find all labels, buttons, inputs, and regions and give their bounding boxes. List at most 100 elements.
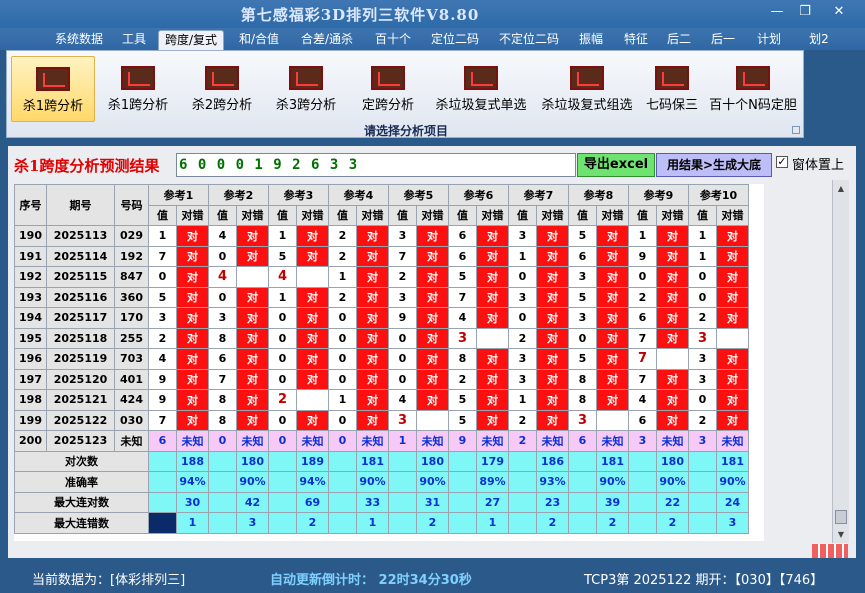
stats-spacer	[448, 512, 477, 534]
stats-spacer	[148, 450, 177, 472]
ref-value: 6	[448, 245, 477, 267]
table-row[interactable]: 192 2025115 847 0 对 4 4 1 对 2 对 5 对 0 对 3 对 0 对 0 对	[14, 266, 749, 288]
vertical-scrollbar[interactable]: ▲ ▼	[832, 180, 849, 543]
hit-cell: 对	[596, 389, 629, 411]
ribbon-button-1[interactable]: 杀1跨分析	[97, 56, 179, 122]
ref-value: 3	[508, 286, 537, 308]
stats-label: 对次数	[14, 450, 149, 472]
ribbon-button-0[interactable]: 杀1跨分析	[11, 56, 95, 122]
hit-cell: 对	[416, 327, 449, 349]
menu-tab-0[interactable]: 系统数据	[44, 30, 114, 50]
menu-tab-12[interactable]: 计划	[748, 30, 790, 50]
ref-value: 5	[268, 245, 297, 267]
row-seq: 193	[14, 286, 47, 308]
stats-spacer	[148, 471, 177, 493]
table-row[interactable]: 194 2025117 170 3 对 3 对 0 对 0 对 9 对 4 对 0 对 3 对 6 对 2 对	[14, 307, 749, 329]
table-row[interactable]: 198 2025121 424 9 对 8 对 2 1 对 4 对 5 对 1 对 8 对 4 对 0 对	[14, 389, 749, 411]
ref-value: 1	[688, 245, 717, 267]
ref-value: 2	[688, 307, 717, 329]
row-number: 255	[114, 327, 149, 349]
ref-header: 参考7	[508, 184, 569, 206]
ribbon-button-8[interactable]: 百十个N码定胆	[705, 56, 801, 122]
resize-grip[interactable]	[812, 544, 848, 558]
menu-tab-10[interactable]: 后二	[660, 30, 698, 50]
stats-value: 90%	[596, 471, 629, 493]
scroll-up-icon[interactable]: ▲	[834, 181, 848, 196]
scroll-down-icon[interactable]: ▼	[834, 527, 848, 542]
hit-cell: 对	[416, 368, 449, 390]
stats-value: 42	[236, 491, 269, 513]
ref-value: 1	[268, 286, 297, 308]
minimize-button[interactable]: —	[764, 3, 790, 21]
ref-value: 7	[448, 286, 477, 308]
ref-value: 6	[568, 245, 597, 267]
value-subheader: 值	[448, 204, 477, 226]
ref-value: 4	[388, 389, 417, 411]
menu-tab-7[interactable]: 不定位二码	[492, 30, 566, 50]
menu-tab-6[interactable]: 定位二码	[424, 30, 486, 50]
menu-tab-1[interactable]: 工具	[114, 30, 154, 50]
prediction-row[interactable]: 200 2025123 未知 6 未知 0 未知 0 未知 0 未知 1 未知 9 未知 2 未知 6 未知 3 未知 3…	[14, 430, 749, 452]
ref-value: 8	[568, 389, 597, 411]
ribbon-button-5[interactable]: 杀垃圾复式单选	[429, 56, 533, 122]
hit-cell: 对	[296, 245, 329, 267]
menu-tab-11[interactable]: 后一	[704, 30, 742, 50]
ribbon-panel: 请选择分析项目 杀1跨分析 杀1跨分析 杀2跨分析 杀3跨分析 定跨分析 杀垃圾复式单选杀…	[6, 50, 804, 138]
table-row[interactable]: 197 2025120 401 9 对 7 对 0 对 0 对 0 对 2 对 3 对 8 对 7 对 3 对	[14, 368, 749, 390]
unknown-result: 未知	[476, 430, 509, 452]
table-row[interactable]: 191 2025114 192 7 对 0 对 5 对 2 对 7 对 6 对 1 对 6 对 9 对 1 对	[14, 245, 749, 267]
pin-window-label: 窗体置上	[792, 158, 845, 173]
miss-cell	[596, 409, 629, 431]
ref-value: 3	[568, 409, 597, 431]
col-number-header: 号码	[114, 184, 149, 226]
row-seq: 198	[14, 389, 47, 411]
table-row[interactable]: 193 2025116 360 5 对 0 对 1 对 2 对 3 对 7 对 3 对 5 对 2 对 0 对	[14, 286, 749, 308]
ribbon-expand-icon[interactable]	[792, 126, 800, 134]
menu-tab-9[interactable]: 特征	[616, 30, 656, 50]
menu-tab-13[interactable]: 划2	[804, 30, 834, 50]
menu-tab-8[interactable]: 振幅	[572, 30, 610, 50]
menu-tab-3[interactable]: 和/合值	[232, 30, 286, 50]
ribbon-button-3[interactable]: 杀3跨分析	[265, 56, 347, 122]
hit-cell: 对	[296, 327, 329, 349]
hit-cell: 对	[476, 266, 509, 288]
hit-cell: 对	[356, 286, 389, 308]
pin-window-checkbox[interactable]: ✓	[776, 156, 788, 168]
ref-value: 7	[628, 368, 657, 390]
table-row[interactable]: 196 2025119 703 4 对 6 对 0 对 0 对 0 对 8 对 3 对 5 对 7 3 对	[14, 348, 749, 370]
ribbon-caption: 请选择分析项目	[363, 124, 448, 138]
value-subheader: 值	[268, 204, 297, 226]
ribbon-button-4[interactable]: 定跨分析	[349, 56, 427, 122]
menu-tab-4[interactable]: 合差/通杀	[294, 30, 360, 50]
table-row[interactable]: 199 2025122 030 7 对 8 对 0 对 0 对 3 5 对 2 对 3 6 对 2 对	[14, 409, 749, 431]
ref-value: 6	[628, 409, 657, 431]
scroll-thumb[interactable]	[835, 510, 847, 524]
ref-value: 7	[148, 409, 177, 431]
hit-cell: 对	[356, 327, 389, 349]
chart-icon	[36, 67, 70, 91]
ribbon-button-7[interactable]: 七码保三	[641, 56, 703, 122]
menu-tab-2[interactable]: 跨度/复式	[158, 30, 224, 50]
stats-value: 186	[536, 450, 569, 472]
result-subheader: 对错	[296, 204, 329, 226]
generate-base-button[interactable]: 用结果>生成大底	[656, 153, 772, 177]
export-excel-button[interactable]: 导出excel	[577, 153, 655, 177]
ref-value: 3	[208, 307, 237, 329]
table-row[interactable]: 190 2025113 029 1 对 4 对 1 对 2 对 3 对 6 对 3 对 5 对 1 对 1 对	[14, 225, 749, 247]
restore-button[interactable]: ❐	[792, 3, 818, 21]
table-row[interactable]: 195 2025118 255 2 对 8 对 0 对 0 对 0 对 3 2 对 0 对 7 对 3	[14, 327, 749, 349]
ref-value: 2	[148, 327, 177, 349]
stats-value: 181	[356, 450, 389, 472]
hit-cell: 对	[656, 286, 689, 308]
ribbon-button-6[interactable]: 杀垃圾复式组选	[535, 56, 639, 122]
ribbon-button-2[interactable]: 杀2跨分析	[181, 56, 263, 122]
stats-value: 24	[716, 491, 749, 513]
menu-tab-5[interactable]: 百十个	[368, 30, 418, 50]
ref-value: 0	[688, 286, 717, 308]
hit-cell: 对	[296, 348, 329, 370]
chart-icon	[289, 66, 323, 90]
result-field[interactable]: 6 0 0 0 1 9 2 6 3 3	[176, 153, 576, 177]
stats-spacer	[328, 450, 357, 472]
hit-cell: 对	[176, 266, 209, 288]
close-button[interactable]: ✕	[826, 3, 852, 21]
